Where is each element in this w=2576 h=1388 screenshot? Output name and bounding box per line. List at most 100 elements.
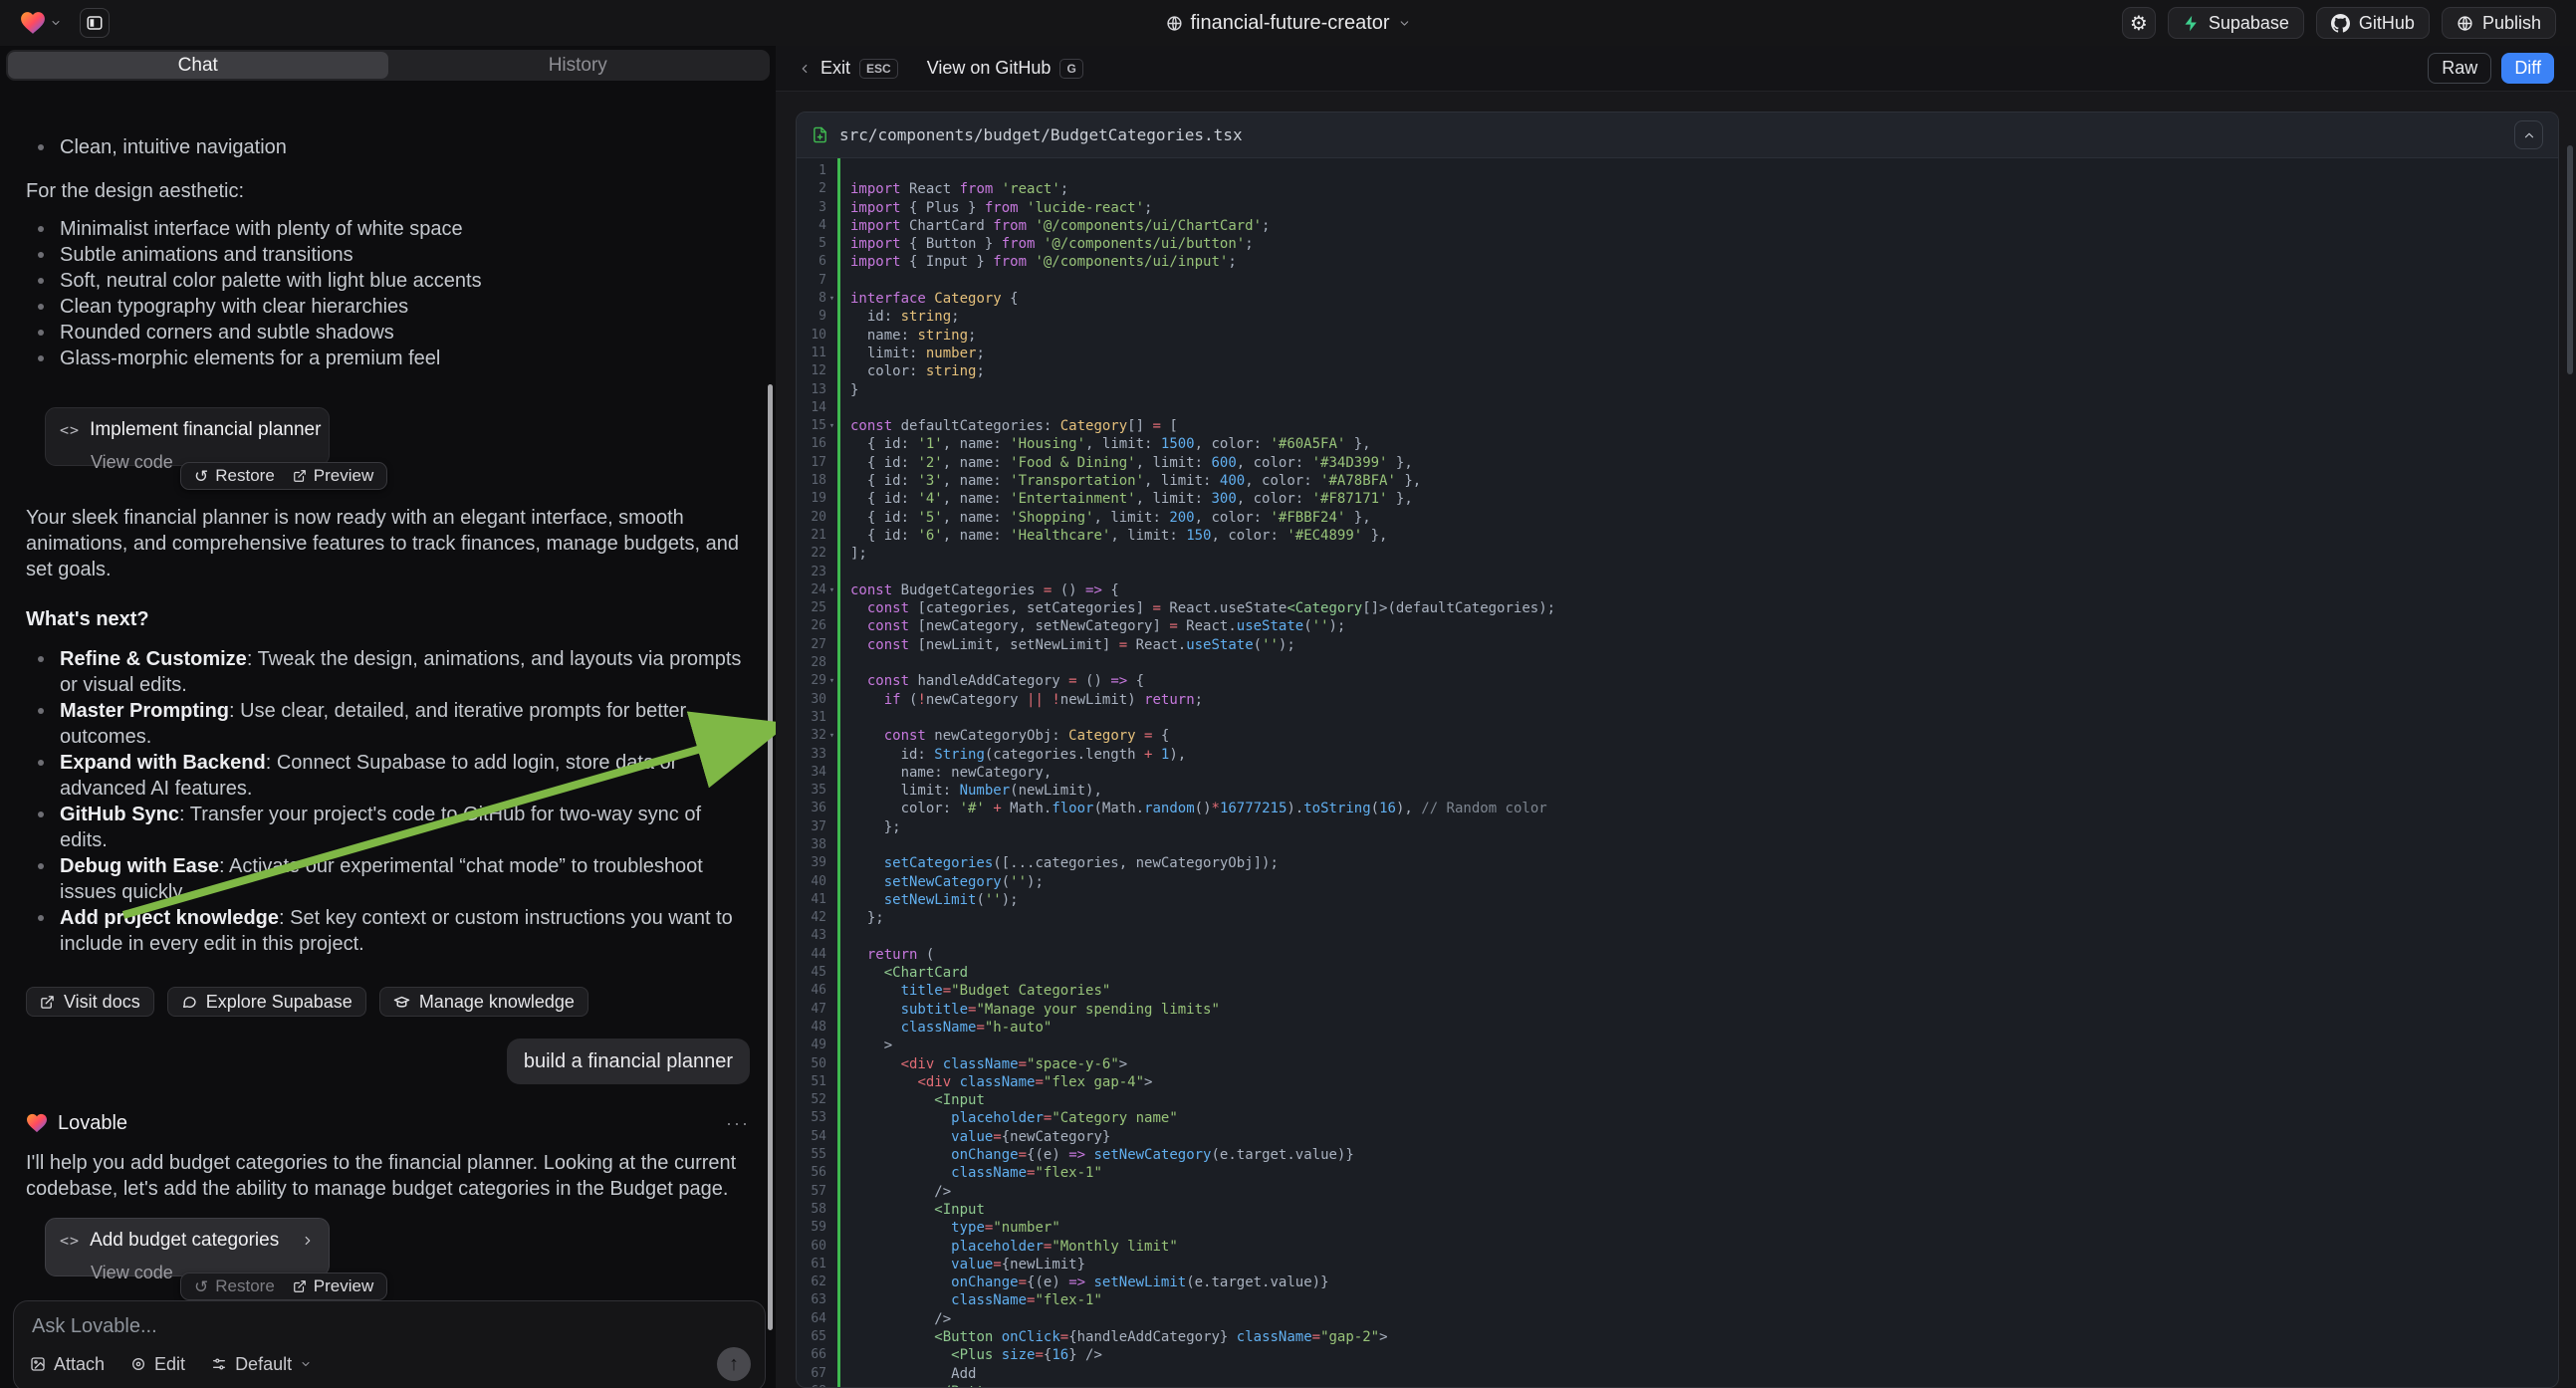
explore-supabase-button[interactable]: Explore Supabase [167,987,366,1017]
code-line: 13} [797,381,2558,399]
code-line: 42 }; [797,909,2558,927]
send-button[interactable]: ↑ [717,1347,751,1381]
project-switcher[interactable]: financial-future-creator [1165,0,1410,46]
chat-history-tabs: Chat History [6,50,770,81]
line-number: 64 [797,1310,826,1328]
fold-chevron-icon [826,235,837,253]
code-line: 18 { id: '3', name: 'Transportation', li… [797,472,2558,490]
message-menu-button[interactable]: ··· [726,1110,750,1136]
file-header[interactable]: src/components/budget/BudgetCategories.t… [797,113,2558,158]
fold-chevron-icon[interactable]: ▾ [826,290,837,308]
line-number: 22 [797,545,826,563]
tab-history[interactable]: History [388,52,769,79]
implement-financial-planner-card[interactable]: <> Implement financial planner View code [45,407,330,466]
arrow-up-icon: ↑ [729,1353,739,1376]
composer-input[interactable]: Ask Lovable... [32,1315,747,1338]
line-number: 3 [797,199,826,217]
code-line: 25 const [categories, setCategories] = R… [797,599,2558,617]
publish-button[interactable]: Publish [2442,7,2556,39]
code-line: 45 <ChartCard [797,964,2558,982]
line-number: 43 [797,927,826,945]
line-number: 56 [797,1164,826,1182]
tab-chat[interactable]: Chat [8,52,388,79]
fold-chevron-icon [826,545,837,563]
fold-chevron-icon [826,654,837,672]
code-line: 9 id: string; [797,308,2558,326]
line-number: 8 [797,290,826,308]
list-item: Master Prompting: Use clear, detailed, a… [26,698,750,750]
github-button[interactable]: GitHub [2316,7,2430,39]
visit-docs-button[interactable]: Visit docs [26,987,154,1017]
line-number: 24 [797,581,826,599]
fold-chevron-icon[interactable]: ▾ [826,672,837,690]
fold-chevron-icon[interactable]: ▾ [826,417,837,435]
code-line: 43 [797,927,2558,945]
raw-toggle-button[interactable]: Raw [2428,53,2491,84]
line-number: 37 [797,818,826,836]
code-line: 4import ChartCard from '@/components/ui/… [797,217,2558,235]
view-on-github-button[interactable]: View on GitHub [927,58,1052,79]
settings-button[interactable]: ⚙ [2122,7,2156,39]
restore-preview-pill: ↺Restore Preview [180,462,387,490]
fold-chevron-icon [826,891,837,909]
line-number: 12 [797,362,826,380]
fold-chevron-icon [826,217,837,235]
line-number: 26 [797,617,826,635]
supabase-button[interactable]: Supabase [2168,7,2304,39]
file-diff-card: src/components/budget/BudgetCategories.t… [796,112,2559,1388]
sliders-icon [211,1356,227,1372]
chevron-up-icon [2522,128,2536,142]
code-line: 47 subtitle="Manage your spending limits… [797,1001,2558,1019]
code-line: 37 }; [797,818,2558,836]
attach-button[interactable]: Attach [30,1354,105,1375]
code-line: 64 /> [797,1310,2558,1328]
collapse-file-button[interactable] [2514,120,2543,149]
code-line: 3import { Plus } from 'lucide-react'; [797,199,2558,217]
line-number: 39 [797,854,826,872]
line-number: 23 [797,564,826,581]
code-scrollbar[interactable] [2567,145,2573,374]
preview-button[interactable]: Preview [293,463,373,489]
fold-chevron-icon [826,381,837,399]
code-area[interactable]: 12import React from 'react';3import { Pl… [797,158,2558,1387]
line-number: 67 [797,1365,826,1383]
restore-button[interactable]: ↺Restore [194,463,275,489]
fold-chevron-icon [826,362,837,380]
manage-knowledge-button[interactable]: Manage knowledge [379,987,588,1017]
restore-button[interactable]: ↺Restore [194,1273,275,1299]
line-number: 61 [797,1256,826,1273]
code-line: 65 <Button onClick={handleAddCategory} c… [797,1328,2558,1346]
fold-chevron-icon [826,946,837,964]
fold-chevron-icon [826,1091,837,1109]
chat-scrollbar[interactable] [768,384,773,1330]
line-number: 6 [797,253,826,271]
preview-button[interactable]: Preview [293,1273,373,1299]
code-line: 38 [797,836,2558,854]
fold-chevron-icon [826,709,837,727]
quick-actions-row: Visit docs Explore Supabase Manage knowl… [26,987,750,1017]
add-budget-categories-card[interactable]: <> Add budget categories View code [45,1218,330,1276]
line-number: 53 [797,1109,826,1127]
list-item: Rounded corners and subtle shadows [26,320,750,346]
line-number: 40 [797,873,826,891]
mode-select[interactable]: Default [211,1354,312,1375]
list-item: GitHub Sync: Transfer your project's cod… [26,802,750,853]
code-line: 46 title="Budget Categories" [797,982,2558,1000]
line-number: 68 [797,1383,826,1387]
line-number: 1 [797,162,826,180]
restore-preview-pill: ↺Restore Preview [180,1272,387,1300]
top-bar: financial-future-creator ⚙ Supabase GitH… [0,0,2576,46]
code-line: 24▾const BudgetCategories = () => { [797,581,2558,599]
code-line: 2import React from 'react'; [797,180,2558,198]
fold-chevron-icon[interactable]: ▾ [826,581,837,599]
list-item: Soft, neutral color palette with light b… [26,268,750,294]
line-number: 35 [797,782,826,800]
lovable-logo-menu[interactable] [20,11,62,35]
fold-chevron-icon[interactable]: ▾ [826,727,837,745]
exit-button[interactable]: Exit [798,58,850,79]
edit-button[interactable]: Edit [130,1354,185,1375]
sidebar-toggle-button[interactable] [80,8,110,38]
code-view-header: Exit ESC View on GitHub G Raw Diff [776,46,2576,92]
diff-toggle-button[interactable]: Diff [2501,53,2554,84]
fold-chevron-icon [826,564,837,581]
